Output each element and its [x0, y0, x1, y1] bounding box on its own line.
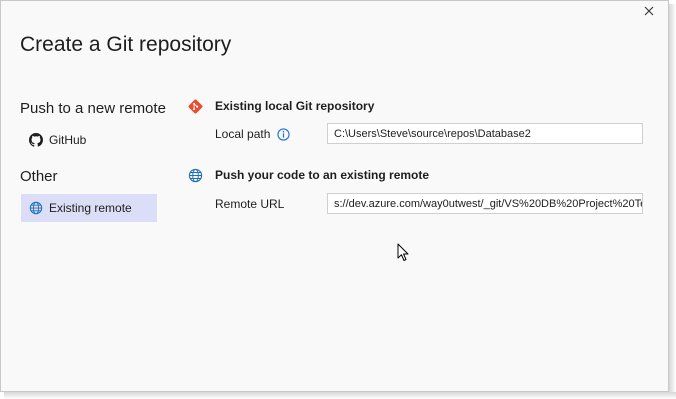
remote-url-value: s://dev.azure.com/way0utwest/_git/VS%20D… — [334, 197, 643, 210]
sidebar-item-github[interactable]: GitHub — [21, 126, 157, 154]
local-path-label: Local path — [215, 127, 290, 141]
group-header-local-repo: Existing local Git repository — [187, 98, 374, 114]
git-icon — [187, 98, 203, 114]
section-push-to-new-remote: Push to a new remote — [20, 100, 166, 117]
window-shadow-right — [669, 4, 676, 399]
remote-url-label: Remote URL — [215, 197, 285, 211]
close-button[interactable] — [638, 1, 660, 21]
remote-url-input[interactable]: s://dev.azure.com/way0utwest/_git/VS%20D… — [327, 193, 643, 214]
globe-icon — [29, 201, 43, 215]
sidebar-item-label: GitHub — [49, 133, 87, 147]
local-path-input[interactable]: C:\Users\Steve\source\repos\Database2 — [327, 123, 643, 144]
mouse-cursor-icon — [397, 243, 409, 261]
dialog-window: Create a Git repository Push to a new re… — [0, 0, 669, 392]
sidebar-item-existing-remote[interactable]: Existing remote — [21, 194, 157, 222]
window-shadow-bottom — [4, 392, 676, 399]
dialog-title: Create a Git repository — [20, 33, 232, 56]
group-header-label: Push your code to an existing remote — [215, 168, 430, 182]
local-path-label-text: Local path — [215, 127, 271, 141]
sidebar-item-label: Existing remote — [49, 201, 132, 215]
section-other: Other — [20, 168, 58, 185]
local-path-value: C:\Users\Steve\source\repos\Database2 — [334, 127, 531, 140]
group-header-remote: Push your code to an existing remote — [187, 167, 429, 183]
globe-icon — [187, 167, 203, 183]
github-icon — [29, 133, 43, 147]
group-header-label: Existing local Git repository — [215, 99, 375, 113]
close-icon — [644, 6, 654, 16]
info-icon[interactable] — [276, 127, 290, 141]
